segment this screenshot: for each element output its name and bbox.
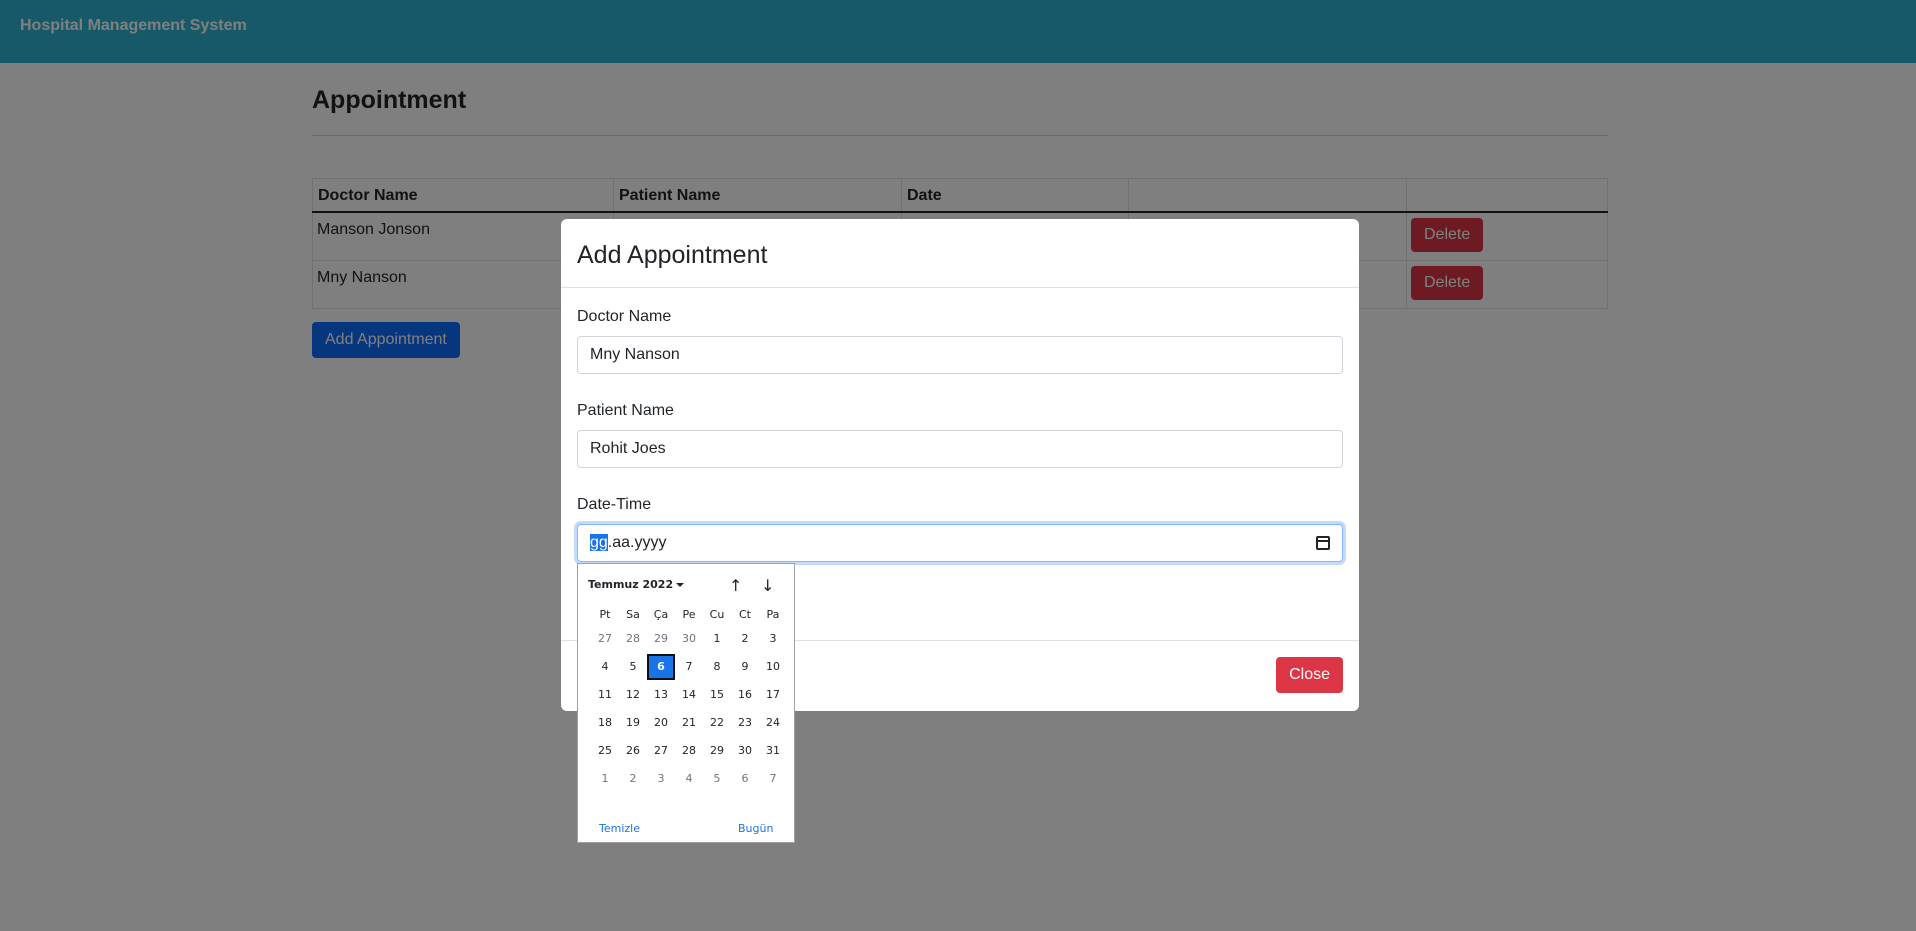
close-button[interactable]: Close [1276,657,1343,693]
calendar-day[interactable]: 9 [731,654,759,680]
calendar-day[interactable]: 8 [703,654,731,680]
calendar-day[interactable]: 30 [675,626,703,652]
month-year-selector[interactable]: Temmuz 2022 [588,578,685,591]
weekday-header: Pa [766,608,780,621]
calendar-day[interactable]: 18 [591,710,619,736]
calendar-day[interactable]: 2 [731,626,759,652]
doctor-name-input[interactable]: Mny Nanson [577,336,1343,374]
arrow-up-icon[interactable]: ↑ [729,576,742,595]
calendar-day[interactable]: 3 [647,766,675,792]
clear-link[interactable]: Temizle [599,822,640,835]
date-rest-segment[interactable]: .aa.yyyy [608,534,667,551]
calendar-day[interactable]: 29 [703,738,731,764]
calendar-day[interactable]: 23 [731,710,759,736]
calendar-day[interactable]: 1 [591,766,619,792]
calendar-day[interactable]: 27 [647,738,675,764]
calendar-day[interactable]: 25 [591,738,619,764]
caret-down-icon [676,583,685,587]
calendar-day[interactable]: 5 [703,766,731,792]
modal-title: Add Appointment [577,241,768,269]
calendar-icon[interactable] [1316,536,1330,550]
calendar-day[interactable]: 4 [675,766,703,792]
calendar-day[interactable]: 1 [703,626,731,652]
calendar-day[interactable]: 27 [591,626,619,652]
patient-name-input[interactable]: Rohit Joes [577,430,1343,468]
calendar-day[interactable]: 2 [619,766,647,792]
weekday-header: Pt [599,608,611,621]
date-picker-popup: Temmuz 2022 ↑ ↓ Pt Sa Ça Pe Cu Ct Pa 27 28 29 30 1 2… [577,563,795,843]
today-link[interactable]: Bugün [738,822,773,835]
weekday-header: Ça [653,608,669,621]
calendar-day[interactable]: 14 [675,682,703,708]
calendar-day[interactable]: 3 [759,626,787,652]
weekday-header: Cu [709,608,725,621]
modal-header: Add Appointment [561,219,1359,288]
calendar-day[interactable]: 13 [647,682,675,708]
date-day-segment[interactable]: gg [590,534,608,551]
calendar-day[interactable]: 7 [675,654,703,680]
calendar-day[interactable]: 15 [703,682,731,708]
calendar-day[interactable]: 29 [647,626,675,652]
calendar-day[interactable]: 17 [759,682,787,708]
calendar-day[interactable]: 21 [675,710,703,736]
calendar-day[interactable]: 12 [619,682,647,708]
month-year-label: Temmuz 2022 [588,578,674,591]
calendar-day[interactable]: 16 [731,682,759,708]
calendar-day[interactable]: 4 [591,654,619,680]
calendar-day[interactable]: 11 [591,682,619,708]
calendar-day[interactable]: 10 [759,654,787,680]
calendar-day[interactable]: 26 [619,738,647,764]
calendar-day[interactable]: 20 [647,710,675,736]
calendar-day[interactable]: 22 [703,710,731,736]
date-time-input[interactable]: gg.aa.yyyy [577,524,1343,562]
patient-name-value: Rohit Joes [590,440,666,457]
calendar-day[interactable]: 6 [647,654,675,680]
weekday-header: Ct [739,608,751,621]
weekday-header: Pe [682,608,696,621]
calendar-day[interactable]: 28 [675,738,703,764]
patient-name-label: Patient Name [577,402,674,419]
calendar-day[interactable]: 5 [619,654,647,680]
calendar-day[interactable]: 19 [619,710,647,736]
calendar-day[interactable]: 24 [759,710,787,736]
arrow-down-icon[interactable]: ↓ [761,576,774,595]
calendar-day[interactable]: 31 [759,738,787,764]
date-time-label: Date-Time [577,496,652,513]
calendar-day[interactable]: 28 [619,626,647,652]
weekday-header: Sa [626,608,640,621]
calendar-day[interactable]: 6 [731,766,759,792]
calendar-day[interactable]: 7 [759,766,787,792]
doctor-name-label: Doctor Name [577,308,672,325]
calendar-day[interactable]: 30 [731,738,759,764]
doctor-name-value: Mny Nanson [590,346,680,363]
